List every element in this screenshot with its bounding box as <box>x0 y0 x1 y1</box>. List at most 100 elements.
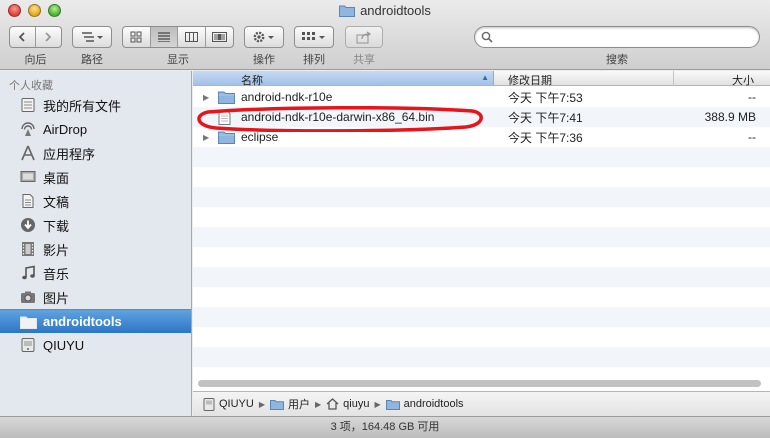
search-label: 搜索 <box>606 54 628 66</box>
column-size-header[interactable]: 大小 <box>732 72 754 88</box>
list-menu-icon <box>82 32 103 42</box>
share-icon <box>356 31 372 43</box>
breadcrumb-users[interactable]: 用户 <box>270 396 310 412</box>
path-button[interactable] <box>72 26 112 48</box>
sidebar-item-desktop[interactable]: 桌面 <box>0 165 191 189</box>
breadcrumb-label: qiuyu <box>343 398 370 410</box>
sidebar-item-label: 应用程序 <box>43 146 96 162</box>
empty-row <box>193 267 770 287</box>
list-view-button[interactable] <box>150 27 178 47</box>
sidebar-item-label: AirDrop <box>43 121 88 137</box>
sidebar-item-label: 桌面 <box>43 170 70 186</box>
breadcrumb-separator-icon: ▶ <box>374 399 381 409</box>
sidebar-item-label: QIUYU <box>43 337 85 353</box>
file-date: 今天 下午7:41 <box>508 110 583 125</box>
sidebar-item-documents[interactable]: 文稿 <box>0 189 191 213</box>
back-button[interactable] <box>10 27 36 47</box>
breadcrumb-androidtools[interactable]: androidtools <box>385 398 464 410</box>
horizontal-scrollbar[interactable] <box>193 376 770 391</box>
status-text: 3 项，164.48 GB 可用 <box>330 421 440 433</box>
sidebar-item-label: 图片 <box>43 290 70 306</box>
column-name-label: 名称 <box>241 75 263 87</box>
sort-ascending-icon: ▲ <box>481 73 489 82</box>
view-label: 显示 <box>167 54 189 66</box>
scrollbar-thumb[interactable] <box>198 380 761 387</box>
breadcrumb-home[interactable]: qiuyu <box>326 398 369 410</box>
file-date: 今天 下午7:36 <box>508 130 583 145</box>
arrange-button[interactable] <box>294 26 334 48</box>
title-toolbar: androidtools 向后 路径 显示 操作 排列 共享 搜索 <box>0 0 770 70</box>
back-label: 向后 <box>24 54 47 66</box>
sidebar-item-music[interactable]: 音乐 <box>0 261 191 285</box>
action-label: 操作 <box>253 54 275 66</box>
sidebar-item-all-files[interactable]: 我的所有文件 <box>0 93 191 117</box>
forward-button[interactable] <box>36 27 61 47</box>
view-mode-control[interactable] <box>122 26 234 48</box>
applications-icon <box>19 144 37 162</box>
sidebar-item-pictures[interactable]: 图片 <box>0 285 191 309</box>
sidebar-item-label: 影片 <box>43 242 70 258</box>
sidebar-item-label: 我的所有文件 <box>43 98 122 114</box>
share-button[interactable] <box>345 26 383 48</box>
sidebar-item-label: androidtools <box>43 314 122 329</box>
coverflow-icon <box>211 32 227 42</box>
folder-icon <box>270 399 284 410</box>
sidebar-item-qiuyu[interactable]: QIUYU <box>0 333 191 357</box>
sidebar-item-applications[interactable]: 应用程序 <box>0 141 191 165</box>
sidebar-item-label: 文稿 <box>43 194 70 210</box>
all-files-icon <box>19 96 37 114</box>
grid-icon <box>130 31 142 43</box>
breadcrumb-qiuyu[interactable]: QIUYU <box>203 397 254 411</box>
search-field[interactable] <box>474 26 760 48</box>
finder-window: androidtools 向后 路径 显示 操作 排列 共享 搜索 个人收藏 我… <box>0 0 770 438</box>
sidebar-item-airdrop[interactable]: AirDrop <box>0 117 191 141</box>
action-button[interactable] <box>244 26 284 48</box>
sidebar-item-label: 音乐 <box>43 266 70 282</box>
sidebar-item-downloads[interactable]: 下载 <box>0 213 191 237</box>
column-divider[interactable] <box>673 71 674 86</box>
breadcrumb-separator-icon: ▶ <box>315 399 322 409</box>
arrange-label: 排列 <box>303 54 325 66</box>
sidebar-item-movies[interactable]: 影片 <box>0 237 191 261</box>
downloads-icon <box>19 216 37 234</box>
coverflow-view-button[interactable] <box>206 27 233 47</box>
disclosure-triangle-icon[interactable]: ▶ <box>203 133 209 142</box>
desktop-icon <box>19 168 37 186</box>
back-forward-control[interactable] <box>9 26 62 48</box>
icon-view-button[interactable] <box>123 27 151 47</box>
folder-icon <box>385 399 400 410</box>
breadcrumb-label: 用户 <box>288 399 310 411</box>
disclosure-triangle-icon[interactable]: ▶ <box>203 93 209 102</box>
empty-row <box>193 147 770 167</box>
breadcrumb-label: androidtools <box>403 398 464 410</box>
table-row[interactable]: ▶ android-ndk-r10e 今天 下午7:53 -- <box>193 87 770 107</box>
home-icon <box>326 398 339 410</box>
path-label: 路径 <box>81 54 103 66</box>
table-row[interactable]: ▶ eclipse 今天 下午7:36 -- <box>193 127 770 147</box>
airdrop-icon <box>19 120 37 138</box>
camera-icon <box>19 288 37 306</box>
table-row[interactable]: android-ndk-r10e-darwin-x86_64.bin 今天 下午… <box>193 107 770 127</box>
column-date-header[interactable]: 修改日期 <box>508 72 552 88</box>
chevron-left-icon <box>18 32 25 42</box>
empty-row <box>193 307 770 327</box>
folder-icon <box>339 5 356 17</box>
sidebar-item-androidtools[interactable]: androidtools <box>0 309 191 333</box>
column-view-button[interactable] <box>178 27 206 47</box>
arrange-icon <box>302 32 325 40</box>
empty-row <box>193 187 770 207</box>
sidebar-heading: 个人收藏 <box>9 80 53 92</box>
sidebar: 个人收藏 我的所有文件 AirDrop 应用程序 桌面 文稿 下载 影片 音乐 … <box>0 71 192 416</box>
folder-icon <box>19 313 37 331</box>
share-label: 共享 <box>353 54 375 66</box>
file-size: -- <box>748 130 756 144</box>
search-input[interactable] <box>497 30 747 44</box>
column-name-header[interactable]: 名称 ▲ <box>193 71 494 87</box>
sidebar-item-label: 下载 <box>43 218 70 234</box>
folder-icon <box>218 130 235 147</box>
search-icon <box>481 31 493 43</box>
music-icon <box>19 264 37 282</box>
breadcrumb-label: QIUYU <box>219 398 254 410</box>
empty-row <box>193 227 770 247</box>
status-bar: 3 项，164.48 GB 可用 <box>0 416 770 438</box>
